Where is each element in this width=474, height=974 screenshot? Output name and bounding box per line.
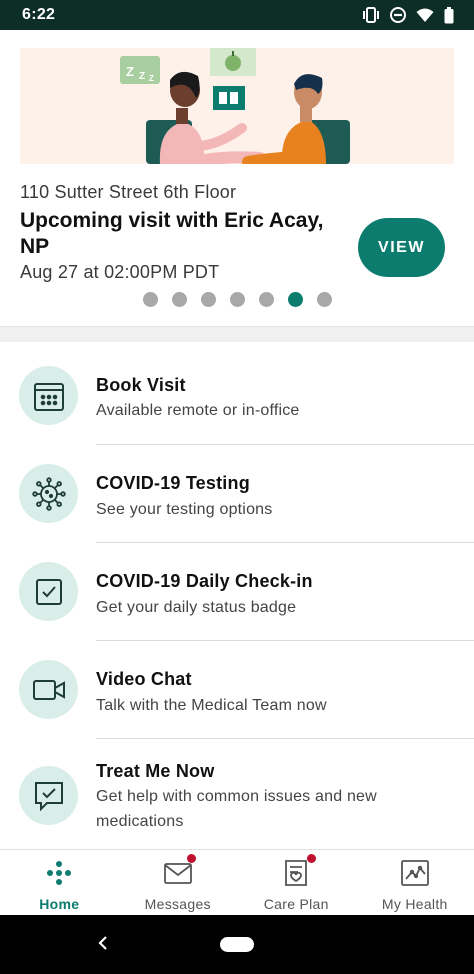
visit-address: 110 Sutter Street 6th Floor bbox=[20, 182, 237, 202]
upcoming-visit-card[interactable]: Z Z Z 110 Sutter Street 6th Floor Upcomi… bbox=[0, 30, 474, 326]
menu-item-video-chat[interactable]: Video Chat Talk with the Medical Team no… bbox=[0, 641, 474, 739]
tab-messages[interactable]: Messages bbox=[119, 850, 238, 915]
notification-badge bbox=[186, 854, 196, 863]
tab-home[interactable]: Home bbox=[0, 850, 119, 915]
health-chart-icon bbox=[400, 859, 430, 892]
menu-item-title: Video Chat bbox=[96, 669, 192, 689]
tab-label: Messages bbox=[144, 896, 211, 912]
carousel-dot[interactable] bbox=[200, 292, 216, 307]
chat-check-icon bbox=[19, 766, 78, 825]
carousel-dot[interactable] bbox=[258, 292, 274, 307]
carousel-dot[interactable] bbox=[142, 292, 158, 307]
menu-item-subtitle: Talk with the Medical Team now bbox=[96, 697, 327, 714]
do-not-disturb-icon bbox=[390, 7, 406, 23]
carousel-dot[interactable] bbox=[229, 292, 245, 307]
visit-illustration: Z Z Z bbox=[20, 48, 454, 164]
carousel-dot[interactable] bbox=[316, 292, 332, 307]
envelope-icon bbox=[163, 859, 193, 892]
menu-item-daily-check-in[interactable]: COVID-19 Daily Check-in Get your daily s… bbox=[0, 543, 474, 641]
view-button[interactable]: VIEW bbox=[358, 218, 445, 277]
svg-text:Z: Z bbox=[126, 64, 134, 79]
menu-item-book-visit[interactable]: Book Visit Available remote or in-office bbox=[0, 342, 474, 445]
menu-item-subtitle: Get help with common issues and new medi… bbox=[96, 788, 377, 830]
vibrate-icon bbox=[362, 7, 380, 23]
menu-item-covid-testing[interactable]: COVID-19 Testing See your testing option… bbox=[0, 445, 474, 543]
menu-item-subtitle: Get your daily status badge bbox=[96, 599, 297, 616]
wifi-icon bbox=[416, 8, 434, 23]
home-dots-icon bbox=[45, 859, 73, 892]
svg-text:Z: Z bbox=[149, 74, 154, 83]
menu-item-title: Book Visit bbox=[96, 375, 186, 395]
virus-icon bbox=[19, 464, 78, 523]
menu-item-subtitle: Available remote or in-office bbox=[96, 402, 300, 419]
calendar-icon bbox=[19, 366, 78, 425]
carousel-pagination bbox=[0, 292, 474, 307]
carousel-dot-active[interactable] bbox=[287, 292, 303, 307]
tab-label: Care Plan bbox=[263, 896, 329, 912]
status-bar: 6:22 bbox=[0, 0, 474, 30]
battery-icon bbox=[444, 6, 454, 24]
visit-time: Aug 27 at 02:00PM PDT bbox=[20, 262, 220, 282]
status-time: 6:22 bbox=[22, 6, 56, 23]
section-separator bbox=[0, 326, 474, 342]
tab-care-plan[interactable]: Care Plan bbox=[237, 850, 356, 915]
tab-my-health[interactable]: My Health bbox=[356, 850, 474, 915]
visit-title: Upcoming visit with Eric Acay, NP bbox=[20, 209, 324, 258]
menu-item-treat-me-now[interactable]: Treat Me Now Get help with common issues… bbox=[0, 739, 474, 849]
tab-label: Home bbox=[39, 896, 80, 912]
video-camera-icon bbox=[19, 660, 78, 719]
care-plan-icon bbox=[282, 859, 310, 892]
status-icons bbox=[362, 6, 454, 24]
tab-label: My Health bbox=[381, 896, 448, 912]
menu-item-title: Treat Me Now bbox=[96, 761, 215, 781]
menu-item-subtitle: See your testing options bbox=[96, 501, 273, 518]
home-pill-button[interactable] bbox=[220, 937, 254, 952]
bottom-tab-bar: Home Messages Care Plan My Health bbox=[0, 849, 474, 915]
carousel-dot[interactable] bbox=[171, 292, 187, 307]
back-icon[interactable] bbox=[96, 933, 110, 959]
system-nav-bar bbox=[0, 915, 474, 974]
menu-item-title: COVID-19 Testing bbox=[96, 473, 250, 493]
notification-badge bbox=[307, 854, 316, 863]
checkbox-icon bbox=[19, 562, 78, 621]
svg-text:Z: Z bbox=[139, 71, 145, 82]
menu-item-title: COVID-19 Daily Check-in bbox=[96, 571, 313, 591]
